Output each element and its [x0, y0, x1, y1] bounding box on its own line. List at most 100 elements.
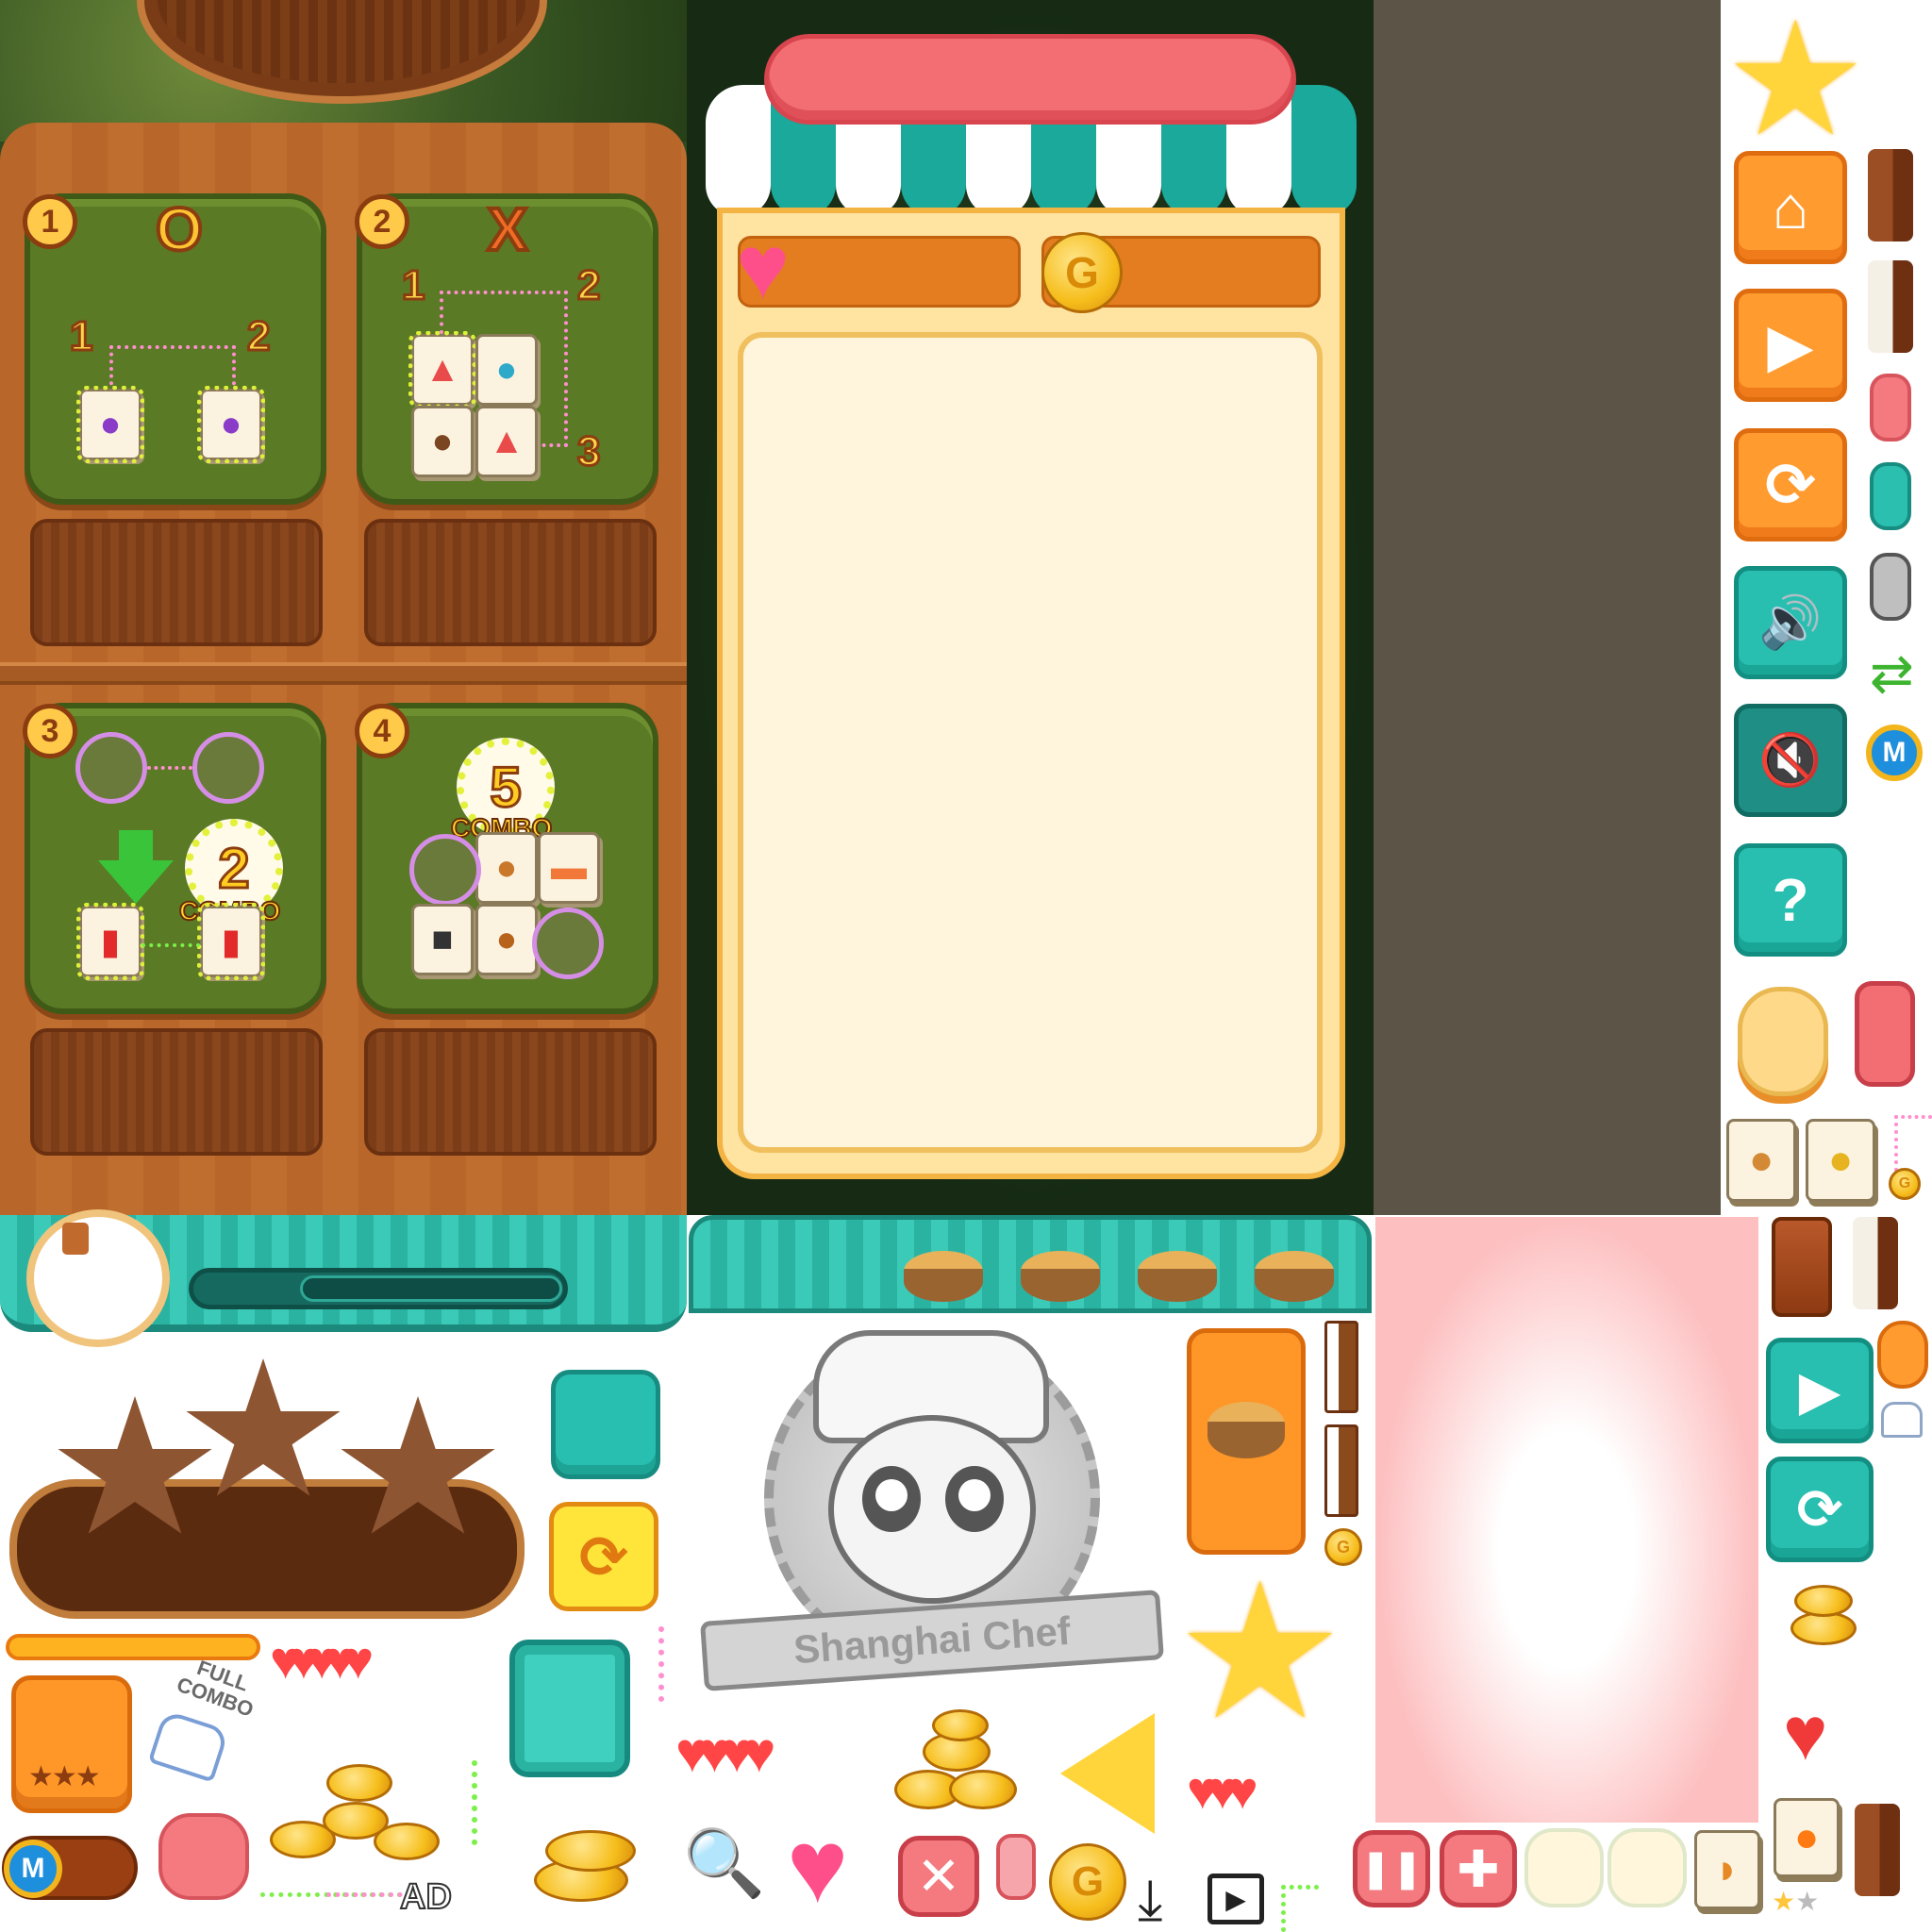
- sushi-tile: ▬: [538, 832, 600, 904]
- shop-title-bar: [764, 34, 1296, 125]
- dorayaki-tile: ●: [411, 406, 474, 477]
- pause-icon: ❚❚: [1359, 1848, 1424, 1890]
- magnifier-hint-icon[interactable]: 🔍: [683, 1830, 765, 1896]
- home-button[interactable]: ⌂: [1734, 151, 1847, 264]
- chef-hat-icon: [147, 1709, 230, 1783]
- order-dish: [1138, 1251, 1217, 1302]
- croissant-tile: ◗: [1694, 1830, 1760, 1909]
- yellow-retry-button[interactable]: ⟳: [549, 1502, 658, 1611]
- pause-button[interactable]: ❚❚: [1353, 1830, 1430, 1907]
- timer-block-icon: [62, 1223, 89, 1255]
- step-badge-1: 1: [23, 194, 77, 249]
- add-button[interactable]: ✚: [1440, 1830, 1517, 1907]
- gray-pill: [1870, 553, 1911, 621]
- hearts-pile-icon: ♥♥♥♥: [675, 1721, 776, 1784]
- matcha-cupcake-bubble: [409, 834, 481, 906]
- play-button[interactable]: ▶: [1766, 1338, 1874, 1443]
- m-badge: M: [4, 1840, 62, 1898]
- ad-label: AD: [399, 1876, 453, 1918]
- order-dish: [904, 1251, 983, 1302]
- matcha-cupcake-bubble: [532, 908, 604, 979]
- teal-card[interactable]: [509, 1640, 630, 1777]
- refresh-icon: ⟳: [1765, 450, 1816, 519]
- grape-icon: ●: [220, 404, 242, 444]
- path-label-3: 3: [575, 427, 602, 476]
- white-block-piece: [1853, 1217, 1898, 1309]
- sound-on-button[interactable]: 🔊: [1734, 566, 1847, 679]
- brown-block-piece: [1772, 1217, 1832, 1317]
- heart-icon: ♥: [736, 217, 790, 318]
- big-star-icon: ★: [1175, 1547, 1345, 1757]
- sprite-sheet: 1 O 1 2 ● ● 2 X 1 2 3 ▲ ● ● ▲ 3 2 COMBO …: [0, 0, 1932, 1932]
- pink-dotted-path: [658, 1626, 664, 1702]
- path-corner-piece: [1894, 1115, 1932, 1172]
- ramen-tile: ●: [475, 832, 538, 904]
- path-corner-piece: [1281, 1885, 1319, 1932]
- popsicle-icon: ▲: [489, 421, 525, 461]
- macaron-icon: ●: [495, 349, 518, 390]
- white-block-piece: [1324, 1321, 1358, 1413]
- white-block-piece: [1868, 260, 1913, 353]
- pale-round-button[interactable]: [1607, 1828, 1687, 1907]
- speaker-on-icon: 🔊: [1758, 593, 1823, 651]
- download-icon[interactable]: ⤓: [1138, 1872, 1163, 1928]
- combo-path: [142, 943, 200, 947]
- timer-progress-fill: [300, 1275, 562, 1302]
- grape-tile: ●: [197, 386, 265, 463]
- down-arrow-icon: [98, 860, 174, 904]
- yellow-round-button[interactable]: [1738, 987, 1828, 1096]
- red-capsule-button[interactable]: [1855, 981, 1915, 1087]
- match-path: [109, 345, 236, 392]
- blocked-path-start: [440, 291, 443, 334]
- dorayaki-icon: ●: [431, 421, 454, 461]
- burger-tile: ●: [475, 904, 538, 975]
- brown-block-piece: [1855, 1804, 1900, 1896]
- correct-mark: O: [154, 193, 205, 265]
- video-icon[interactable]: ▶: [1208, 1874, 1264, 1924]
- home-icon: ⌂: [1772, 174, 1809, 242]
- close-button[interactable]: ✕: [898, 1836, 979, 1917]
- star-icon: ★: [1724, 0, 1867, 168]
- stars-rating-icon: ★★: [1772, 1887, 1820, 1916]
- orange-bar: [6, 1634, 260, 1660]
- speaker-mute-icon: 🔇: [1758, 731, 1823, 789]
- retry-button[interactable]: ⟳: [1766, 1457, 1874, 1562]
- green-dotted-path: [472, 1760, 477, 1845]
- path-label-1: 1: [400, 261, 426, 310]
- heart-icon: ♥: [1783, 1691, 1828, 1775]
- logo-title: Shanghai Chef: [700, 1590, 1164, 1691]
- refresh-icon: ⟳: [579, 1524, 628, 1591]
- ramen-icon: ●: [495, 847, 518, 888]
- timer-ring: [26, 1209, 170, 1347]
- burger-icon: ●: [495, 919, 518, 959]
- chef-hat-icon: [1881, 1402, 1923, 1438]
- bread-icon: ●: [1748, 1137, 1774, 1183]
- help-label: ?: [1772, 866, 1809, 934]
- coin-icon: G: [1889, 1168, 1921, 1200]
- maki-tile: ■: [411, 904, 474, 975]
- order-dish: [1208, 1402, 1285, 1458]
- plank-divider: [0, 662, 687, 685]
- teal-square-button[interactable]: [551, 1370, 660, 1479]
- pink-dotted-path: [326, 1892, 411, 1897]
- back-triangle-icon[interactable]: [1060, 1713, 1155, 1834]
- sound-off-button[interactable]: 🔇: [1734, 704, 1847, 817]
- white-block-piece: [1324, 1424, 1358, 1517]
- sushi-icon: ▬: [551, 847, 587, 888]
- orange-oval-button[interactable]: [1877, 1321, 1928, 1389]
- bread-tile: ●: [1726, 1119, 1796, 1202]
- pale-round-button[interactable]: [1524, 1828, 1604, 1907]
- help-button[interactable]: ?: [1734, 843, 1847, 957]
- retry-button[interactable]: ⟳: [1734, 428, 1847, 541]
- play-button[interactable]: ▶: [1734, 289, 1847, 402]
- match-label-1: 1: [68, 312, 94, 361]
- pumpkin-icon: ●: [1793, 1814, 1820, 1860]
- pink-round-button[interactable]: [158, 1813, 249, 1900]
- coin-stack-icon: [1790, 1585, 1860, 1651]
- coin-icon: G: [1041, 232, 1123, 313]
- caption-slot-3: [30, 1028, 323, 1156]
- coin-stack-icon: [534, 1830, 643, 1906]
- macaron-tile: ●: [475, 334, 538, 406]
- match-label-2: 2: [245, 312, 272, 361]
- brown-block-piece: [1868, 149, 1913, 242]
